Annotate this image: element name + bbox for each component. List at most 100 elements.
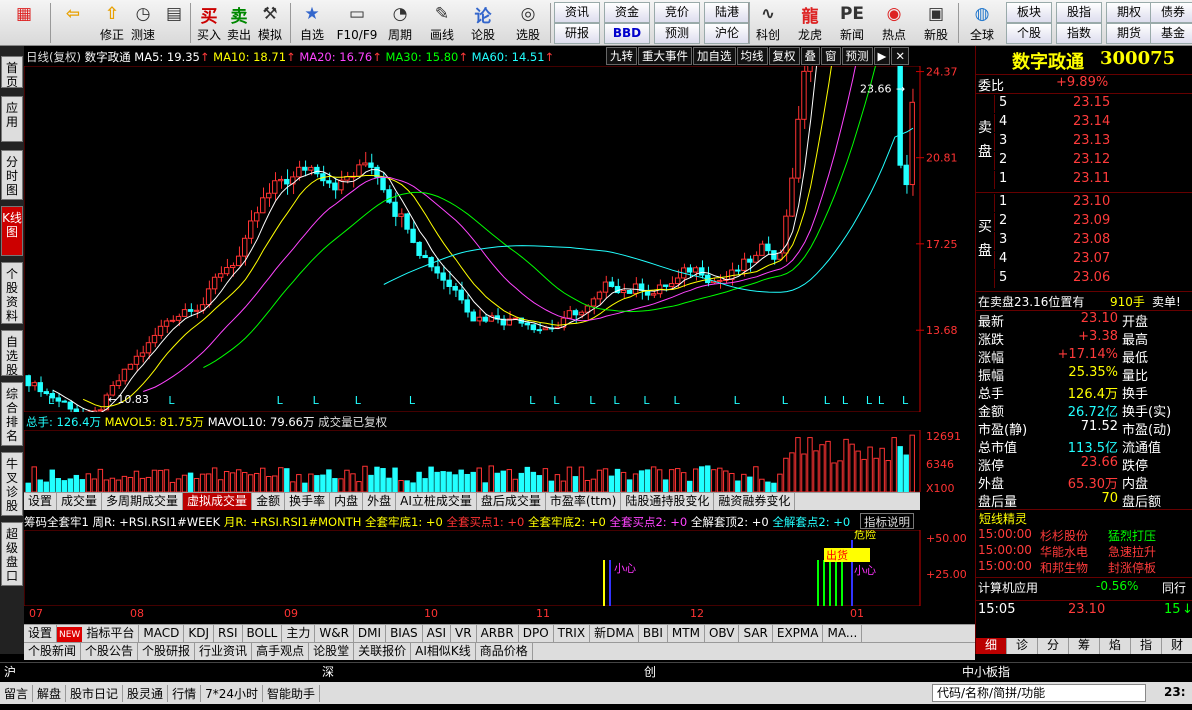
status-button[interactable]: 股市日记 (66, 684, 124, 702)
bottom-indicator-tab[interactable]: W&R (315, 625, 354, 642)
indicator-tab[interactable]: AI立桩成交量 (396, 493, 477, 510)
bottom-indicator-tab[interactable]: BBI (639, 625, 668, 642)
quick-button[interactable]: 预测 (654, 23, 700, 44)
quick-button[interactable]: 研报 (554, 23, 600, 44)
period-label[interactable]: 日线(复权) (26, 50, 81, 64)
chart-tool-button[interactable]: 预测 (841, 47, 873, 65)
detail-tab[interactable]: 分 (1038, 638, 1069, 654)
indicator-tab[interactable]: 市盈率(ttm) (546, 493, 622, 510)
chart-tool-button[interactable]: 窗 (821, 47, 841, 65)
bottom-indicator-tab[interactable]: EXPMA (773, 625, 824, 642)
bottom-indicator-tab[interactable]: ASI (423, 625, 452, 642)
bottom-indicator-tab[interactable]: DPO (519, 625, 554, 642)
bottom-indicator-tab[interactable]: KDJ (184, 625, 214, 642)
toolbar-calc-button[interactable]: ▤ (160, 0, 188, 46)
bottom-indicator-tab[interactable]: MA... (823, 625, 863, 642)
toolbar-pick-button[interactable]: ◎ 选股 (508, 0, 548, 46)
toolbar-longhu-button[interactable]: 龍龙虎 (792, 0, 828, 46)
bottom-indicator-tab[interactable]: VR (451, 625, 477, 642)
indicator-tab[interactable]: 虚拟成交量 (183, 493, 253, 510)
bottom-indicator-tab[interactable]: 主力 (282, 625, 316, 642)
toolbar-menu-button[interactable]: ▦ (4, 0, 44, 46)
quick-button[interactable]: 期权 (1106, 2, 1152, 23)
chart-tool-button[interactable]: 均线 (736, 47, 768, 65)
indicator-tab[interactable]: 金额 (252, 493, 286, 510)
bottom-indicator-tab[interactable]: BIAS (386, 625, 423, 642)
left-tab[interactable]: 分时图 (1, 150, 23, 200)
indicator-tab[interactable]: 成交量 (57, 493, 103, 510)
toolbar-sim-button[interactable]: ⚒ 模拟 (254, 0, 286, 46)
toolbar-draw-button[interactable]: ✎ 画线 (424, 0, 460, 46)
toolbar-fav-button[interactable]: ★ 自选 (294, 0, 330, 46)
info-tab[interactable]: 高手观点 (252, 643, 310, 660)
market-sh[interactable]: 沪 (4, 663, 16, 680)
quick-button[interactable]: 资金 (604, 2, 650, 23)
indicator-tab[interactable]: 换手率 (285, 493, 331, 510)
quick-button[interactable]: 指数 (1056, 23, 1102, 44)
toolbar-period-button[interactable]: ◔ 周期 (382, 0, 418, 46)
quick-button[interactable]: 资讯 (554, 2, 600, 23)
detail-tab[interactable]: 财 (1162, 638, 1192, 654)
quick-button[interactable]: 板块 (1006, 2, 1052, 23)
quick-button[interactable]: 期货 (1106, 23, 1152, 44)
board-index[interactable]: 中小板指 (962, 663, 1010, 680)
toolbar-f10-button[interactable]: ▭ F10/F9 (334, 0, 380, 46)
chart-tool-button[interactable]: ✕ (891, 47, 909, 65)
toolbar-buy-button[interactable]: 买买入 (194, 0, 224, 46)
toolbar-test-button[interactable]: ◷ 测速 (128, 0, 158, 46)
info-tab[interactable]: 个股新闻 (24, 643, 82, 660)
left-tab[interactable]: 个股资料 (1, 262, 23, 324)
detail-tab[interactable]: 诊 (1007, 638, 1038, 654)
bottom-indicator-tab[interactable]: 设置 (24, 625, 58, 642)
status-button[interactable]: 解盘 (33, 684, 67, 702)
bottom-indicator-tab[interactable]: BOLL (243, 625, 283, 642)
quick-button[interactable]: 陆港 (704, 2, 750, 23)
bottom-indicator-tab[interactable]: ARBR (477, 625, 519, 642)
quick-button[interactable]: 债券 (1150, 2, 1192, 23)
chart-tool-button[interactable]: 复权 (768, 47, 800, 65)
left-tab[interactable]: 综合排名 (1, 382, 23, 446)
info-tab[interactable]: 个股研报 (138, 643, 196, 660)
left-tab[interactable]: K线图 (1, 206, 23, 256)
code-search-input[interactable]: 代码/名称/简拼/功能 (932, 684, 1146, 702)
quick-button[interactable]: 个股 (1006, 23, 1052, 44)
kline-chart-area[interactable]: 日线(复权) 数字政通 MA5: 19.35↑ MA10: 18.71↑ MA2… (24, 46, 975, 622)
short-spirit-row[interactable]: 15:00:00 和邦生物 封涨停板 (976, 559, 1192, 577)
quick-button[interactable]: 竞价 (654, 2, 700, 23)
bottom-indicator-tab[interactable]: RSI (214, 625, 243, 642)
status-button[interactable]: 留言 (0, 684, 34, 702)
toolbar-hot-button[interactable]: ◉ 热点 (876, 0, 912, 46)
toolbar-news-button[interactable]: PE 新闻 (834, 0, 870, 46)
indicator-tab[interactable]: 多周期成交量 (102, 493, 184, 510)
toolbar-newstock-button[interactable]: ▣ 新股 (918, 0, 954, 46)
left-tab[interactable]: 首页 (1, 56, 23, 89)
bottom-indicator-tab[interactable]: 新DMA (590, 625, 639, 642)
info-tab[interactable]: AI相似K线 (411, 643, 476, 660)
chip-indicator-chart[interactable]: +50.00+25.00小心出货危险小心 (24, 530, 975, 606)
chart-tool-button[interactable]: 重大事件 (638, 47, 692, 65)
status-button[interactable]: 股灵通 (123, 684, 169, 702)
chart-tool-button[interactable]: 叠 (800, 47, 820, 65)
toolbar-back-button[interactable]: ⇦ (56, 0, 90, 46)
bottom-indicator-tab[interactable]: 指标平台 (82, 625, 140, 642)
detail-tab[interactable]: 细 (976, 638, 1007, 654)
indicator-tab[interactable]: 外盘 (363, 493, 397, 510)
bottom-indicator-tab[interactable]: TRIX (554, 625, 591, 642)
info-tab[interactable]: 个股公告 (81, 643, 139, 660)
quick-button[interactable]: 沪伦 (704, 23, 750, 44)
quick-button[interactable]: BBD (604, 23, 650, 44)
indicator-tab[interactable]: 陆股通持股变化 (621, 493, 715, 510)
status-button[interactable]: 智能助手 (263, 684, 320, 702)
indicator-tab[interactable]: 内盘 (330, 493, 364, 510)
toolbar-discuss-button[interactable]: 论论股 (466, 0, 500, 46)
chart-tool-button[interactable]: 加自选 (693, 47, 736, 65)
indicator-explain-button[interactable]: 指标说明 (860, 513, 914, 529)
detail-tab[interactable]: 筹 (1069, 638, 1100, 654)
left-tab[interactable]: 应用 (1, 96, 23, 142)
info-tab[interactable]: 论股堂 (309, 643, 355, 660)
toolbar-global-button[interactable]: ◍ 全球 (962, 0, 1002, 46)
price-chart[interactable]: 24.3720.8117.2513.68L L L L L L L L L L L L L L L L L L L2… (24, 66, 975, 412)
bottom-indicator-tab[interactable]: OBV (705, 625, 740, 642)
chart-tool-button[interactable]: ▶ (873, 47, 891, 65)
toolbar-kechuang-button[interactable]: ∿ 科创 (750, 0, 786, 46)
